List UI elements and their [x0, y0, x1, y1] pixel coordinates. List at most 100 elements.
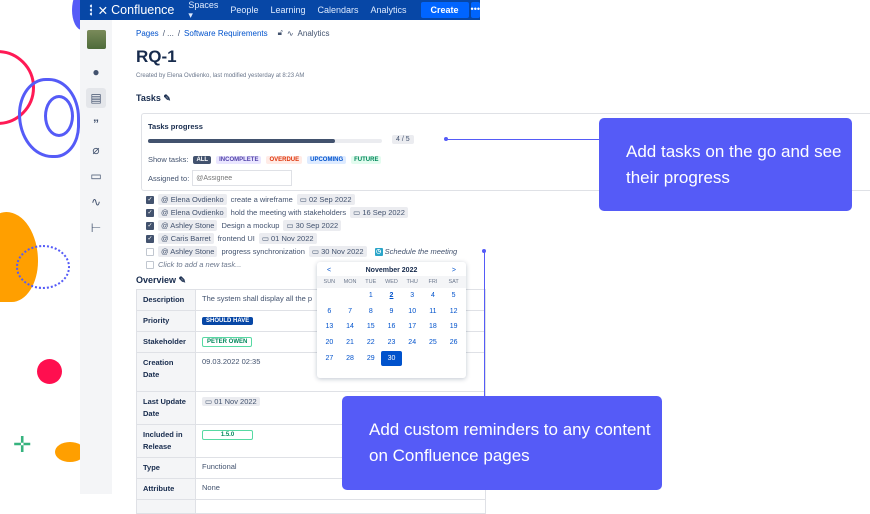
- calendar-day[interactable]: 11: [423, 304, 444, 320]
- calendar-day[interactable]: 15: [360, 319, 381, 335]
- create-button[interactable]: Create: [420, 2, 469, 18]
- space-avatar[interactable]: [86, 30, 106, 49]
- connector-line: [483, 251, 485, 397]
- calendar-day[interactable]: 5: [443, 288, 464, 304]
- calendar-day[interactable]: 8: [360, 304, 381, 320]
- date-picker: < November 2022 > SUN MON TUE WED THU FRI SAT 12…: [317, 262, 466, 378]
- calendar-day[interactable]: 25: [423, 335, 444, 351]
- assignee-input[interactable]: [192, 170, 293, 186]
- tasks-heading-label: Tasks: [136, 93, 161, 103]
- overview-heading-label: Overview: [136, 275, 177, 285]
- task-checkbox[interactable]: ✓: [146, 208, 154, 217]
- confluence-logo[interactable]: ✕ Confluence: [98, 3, 175, 18]
- decor-dotted-loop: [16, 245, 70, 289]
- task-assignee[interactable]: @ Elena Ovdienko: [158, 207, 227, 218]
- calendar-day[interactable]: 16: [381, 319, 402, 335]
- task-assignee[interactable]: @ Ashley Stone: [158, 220, 218, 231]
- calendar-icon[interactable]: ▭: [86, 166, 106, 186]
- filter-overdue[interactable]: OVERDUE: [266, 155, 303, 164]
- filter-upcoming[interactable]: UPCOMING: [307, 155, 347, 164]
- due-date-value: 30 Sep 2022: [295, 221, 339, 230]
- calendar-day[interactable]: 22: [360, 335, 381, 351]
- task-assignee[interactable]: @ Caris Barret: [158, 233, 214, 244]
- task-assignee[interactable]: @ Elena Ovdienko: [158, 194, 227, 205]
- calendar-day[interactable]: 29: [360, 351, 381, 367]
- breadcrumb-pages[interactable]: Pages: [136, 29, 159, 38]
- weekday-label: WED: [385, 279, 398, 285]
- task-due-date[interactable]: ▭ 30 Sep 2022: [283, 220, 342, 231]
- calendar-day[interactable]: 23: [381, 335, 402, 351]
- task-checkbox: [146, 260, 154, 269]
- edit-pencil-icon[interactable]: ✎: [179, 275, 187, 285]
- assignee-label: Assigned to:: [148, 173, 190, 183]
- calendar-day[interactable]: 12: [443, 304, 464, 320]
- task-checkbox[interactable]: ✓: [146, 195, 154, 204]
- task-checkbox[interactable]: ✓: [146, 221, 154, 230]
- nav-calendars[interactable]: Calendars: [317, 5, 358, 15]
- progress-count: 4 / 5: [392, 135, 414, 144]
- filter-incomplete[interactable]: INCOMPLETE: [216, 155, 262, 164]
- calendar-day[interactable]: 24: [402, 335, 423, 351]
- calendar-day[interactable]: 18: [423, 319, 444, 335]
- calendar-day[interactable]: 10: [402, 304, 423, 320]
- task-checkbox[interactable]: [146, 247, 154, 256]
- app-switcher-icon[interactable]: [89, 4, 92, 16]
- calendar-day[interactable]: 6: [319, 304, 340, 320]
- calendar-day[interactable]: 30: [381, 350, 402, 367]
- update-date[interactable]: ▭ 01 Nov 2022: [202, 397, 260, 406]
- prev-month-button[interactable]: <: [327, 267, 331, 274]
- calendar-day[interactable]: 28: [340, 351, 361, 367]
- task-checkbox[interactable]: ✓: [146, 234, 154, 243]
- row-label: Included in Release: [136, 424, 196, 458]
- edit-pencil-icon[interactable]: ✎: [163, 93, 171, 103]
- weekday-label: FRI: [428, 279, 438, 285]
- unlock-icon[interactable]: 🔓︎: [278, 28, 283, 38]
- calendar-day[interactable]: 4: [423, 288, 444, 304]
- task-text: frontend UI: [217, 234, 255, 243]
- weekday-label: MON: [343, 279, 357, 285]
- task-due-date[interactable]: ▭ 01 Nov 2022: [258, 233, 317, 244]
- more-button[interactable]: •••: [470, 2, 480, 18]
- calendar-day[interactable]: 26: [443, 335, 464, 351]
- calendar-day[interactable]: 2: [381, 288, 402, 304]
- hierarchy-icon[interactable]: ⊢: [86, 218, 106, 238]
- calendar-day[interactable]: 20: [319, 335, 340, 351]
- breadcrumb-parent[interactable]: Software Requirements: [184, 29, 268, 38]
- filter-future[interactable]: FUTURE: [351, 155, 382, 164]
- calendar-day[interactable]: 19: [443, 319, 464, 335]
- calendar-day[interactable]: 1: [360, 288, 381, 304]
- breadcrumb-ellipsis[interactable]: / ...: [163, 29, 174, 38]
- quote-icon[interactable]: ”: [86, 114, 106, 134]
- analytics-link[interactable]: Analytics: [298, 29, 330, 38]
- task-item: @ Ashley Stone progress synchronization …: [146, 245, 457, 258]
- activity-icon[interactable]: ∿: [86, 192, 106, 212]
- weekday-label: TUE: [365, 279, 377, 285]
- calendar-day[interactable]: 27: [319, 351, 340, 367]
- calendar-day[interactable]: 3: [402, 288, 423, 304]
- nav-spaces[interactable]: Spaces ▾: [188, 0, 218, 21]
- new-task-placeholder[interactable]: Click to add a new task...: [158, 260, 241, 269]
- calendar-day[interactable]: 13: [319, 319, 340, 335]
- attachment-icon[interactable]: ⌀: [86, 140, 106, 160]
- row-label: Type: [136, 457, 196, 479]
- calendar-day[interactable]: 9: [381, 304, 402, 320]
- task-due-date[interactable]: ▭ 02 Sep 2022: [296, 194, 355, 205]
- priority-lozenge: SHOULD HAVE: [202, 317, 254, 325]
- page-icon[interactable]: ▤: [86, 88, 106, 108]
- task-due-date[interactable]: ▭ 30 Nov 2022: [308, 246, 367, 257]
- task-assignee[interactable]: @ Ashley Stone: [158, 246, 218, 257]
- calendar-day[interactable]: 21: [340, 335, 361, 351]
- calendar-day[interactable]: 17: [402, 319, 423, 335]
- person-icon[interactable]: ●: [86, 62, 106, 82]
- filter-all[interactable]: ALL: [193, 155, 212, 164]
- calendar-day[interactable]: 14: [340, 319, 361, 335]
- calendar-icon: ▭: [286, 221, 294, 230]
- task-reminder[interactable]: ◷ Schedule the meeting: [374, 247, 457, 256]
- task-due-date[interactable]: ▭ 16 Sep 2022: [350, 207, 408, 218]
- nav-learning[interactable]: Learning: [270, 5, 305, 15]
- nav-analytics[interactable]: Analytics: [371, 5, 407, 15]
- calendar-day[interactable]: 7: [340, 304, 361, 320]
- due-date-value: 16 Sep 2022: [362, 208, 405, 217]
- next-month-button[interactable]: >: [452, 267, 456, 274]
- nav-people[interactable]: People: [230, 5, 258, 15]
